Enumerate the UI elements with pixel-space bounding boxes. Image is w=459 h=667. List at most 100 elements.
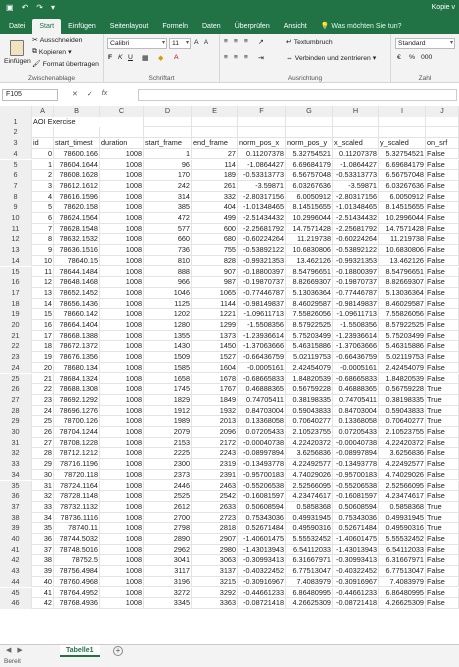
table-cell[interactable]: 8.54796651	[379, 266, 426, 278]
table-cell[interactable]	[286, 116, 333, 128]
table-cell[interactable]: 987	[192, 277, 238, 288]
table-cell[interactable]: -0.08997894	[333, 448, 379, 460]
table-cell[interactable]: 78648.1468	[54, 277, 100, 288]
table-cell[interactable]: 2.42454079	[286, 362, 333, 374]
table-cell[interactable]: 1678	[192, 373, 238, 385]
table-cell[interactable]: 0.49590316	[286, 523, 333, 534]
table-cell[interactable]: -0.98149837	[238, 298, 286, 310]
sheet-title[interactable]: AOI Exercise	[32, 116, 144, 128]
table-cell[interactable]: False	[426, 170, 459, 181]
table-cell[interactable]: 404	[192, 202, 238, 213]
table-cell[interactable]: -0.30916967	[238, 576, 286, 588]
table-cell[interactable]: 1	[144, 148, 192, 160]
column-header[interactable]: H	[333, 106, 379, 117]
row-number[interactable]: 17	[0, 287, 32, 299]
table-cell[interactable]: 3117	[144, 566, 192, 577]
table-cell[interactable]: 888	[144, 266, 192, 278]
table-cell[interactable]: 78644.1484	[54, 266, 100, 278]
table-cell[interactable]: 40	[32, 576, 54, 588]
table-cell[interactable]: 16	[32, 320, 54, 331]
table-cell[interactable]: 1125	[144, 298, 192, 310]
table-cell[interactable]: 1.84820539	[286, 373, 333, 385]
row-number[interactable]: 3	[0, 138, 32, 149]
table-cell[interactable]: 78672.1372	[54, 341, 100, 353]
table-cell[interactable]: 0.74705411	[238, 394, 286, 406]
table-cell[interactable]: 18	[32, 341, 54, 353]
table-cell[interactable]: 1008	[100, 427, 144, 438]
row-number[interactable]: 15	[0, 266, 32, 278]
table-cell[interactable]: -0.08997894	[238, 448, 286, 460]
align-center-button[interactable]: ≡	[234, 54, 238, 61]
table-cell[interactable]: 755	[192, 245, 238, 256]
table-cell[interactable]: 8.14515655	[286, 202, 333, 213]
table-cell[interactable]: False	[426, 213, 459, 224]
table-cell[interactable]: -0.16081597	[333, 491, 379, 502]
row-number[interactable]: 18	[0, 298, 32, 310]
table-cell[interactable]: 78704.1244	[54, 427, 100, 438]
table-cell[interactable]: 1008	[100, 384, 144, 395]
row-number[interactable]: 2	[0, 127, 32, 139]
table-cell[interactable]: False	[426, 309, 459, 320]
table-cell[interactable]: -1.37063666	[333, 341, 379, 353]
table-cell[interactable]: False	[426, 373, 459, 385]
table-cell[interactable]: 261	[192, 180, 238, 192]
table-cell[interactable]: -1.23936614	[333, 330, 379, 342]
table-cell[interactable]: 3.6256836	[286, 448, 333, 460]
table-cell[interactable]: 1008	[100, 223, 144, 235]
table-cell[interactable]: 3363	[192, 598, 238, 609]
table-cell[interactable]: -1.01348465	[333, 202, 379, 213]
table-cell[interactable]: 2.10523755	[286, 427, 333, 438]
enter-icon[interactable]: ✓	[87, 90, 93, 98]
table-cell[interactable]: 1008	[100, 277, 144, 288]
table-cell[interactable]: 1008	[100, 566, 144, 577]
table-cell[interactable]: 6.03267636	[379, 180, 426, 192]
table-cell[interactable]: True	[426, 405, 459, 417]
table-cell[interactable]: -1.43013943	[333, 544, 379, 556]
table-cell[interactable]: 78684.1324	[54, 373, 100, 385]
table-cell[interactable]: 4.22492577	[379, 459, 426, 470]
table-cell[interactable]: -0.77446787	[238, 287, 286, 299]
table-cell[interactable]: 0.13368058	[238, 416, 286, 427]
table-cell[interactable]: 5	[32, 202, 54, 213]
table-cell[interactable]: 5.75203499	[379, 330, 426, 342]
table-cell[interactable]: 6.77513047	[286, 566, 333, 577]
table-cell[interactable]: False	[426, 566, 459, 577]
table-cell[interactable]: False	[426, 352, 459, 363]
table-cell[interactable]: 1008	[100, 437, 144, 449]
row-number[interactable]: 11	[0, 223, 32, 235]
column-header[interactable]: C	[100, 106, 144, 117]
table-cell[interactable]: 2.52566095	[379, 480, 426, 492]
table-cell[interactable]: 2818	[192, 523, 238, 534]
table-cell[interactable]: 6.56757048	[379, 170, 426, 181]
cancel-icon[interactable]: ✕	[72, 90, 78, 98]
table-cell[interactable]: 0	[32, 148, 54, 160]
row-number[interactable]: 10	[0, 213, 32, 224]
table-cell[interactable]: 29	[32, 459, 54, 470]
table-cell[interactable]: 78668.1388	[54, 330, 100, 342]
table-cell[interactable]: -0.95700183	[238, 469, 286, 481]
table-cell[interactable]: -0.99321353	[333, 255, 379, 267]
table-cell[interactable]: 10.6830806	[379, 245, 426, 256]
table-cell[interactable]: 78640.15	[54, 255, 100, 267]
percent-button[interactable]: %	[409, 54, 415, 61]
tab-start[interactable]: Start	[32, 19, 62, 34]
row-number[interactable]: 26	[0, 384, 32, 395]
table-cell[interactable]: 78740.11	[54, 523, 100, 534]
table-cell[interactable]: 1008	[100, 598, 144, 609]
column-label[interactable]: norm_pos_y	[286, 138, 333, 149]
table-cell[interactable]: 3345	[144, 598, 192, 609]
row-number[interactable]: 40	[0, 534, 32, 545]
orientation-button[interactable]: ↗	[258, 38, 264, 46]
table-cell[interactable]: 4.74029026	[379, 469, 426, 481]
font-size-combo[interactable]: 11 ▾	[169, 38, 191, 49]
table-cell[interactable]: 1008	[100, 373, 144, 385]
table-cell[interactable]: -0.53313773	[238, 170, 286, 181]
table-cell[interactable]: 2542	[192, 491, 238, 502]
table-cell[interactable]: 1989	[144, 416, 192, 427]
table-cell[interactable]: -1.40601475	[238, 534, 286, 545]
column-header[interactable]: D	[144, 106, 192, 117]
table-cell[interactable]: 0.75343036	[333, 512, 379, 524]
table-cell[interactable]: -0.53892122	[333, 245, 379, 256]
table-cell[interactable]: 5.13036364	[286, 287, 333, 299]
table-cell[interactable]: 42	[32, 598, 54, 609]
